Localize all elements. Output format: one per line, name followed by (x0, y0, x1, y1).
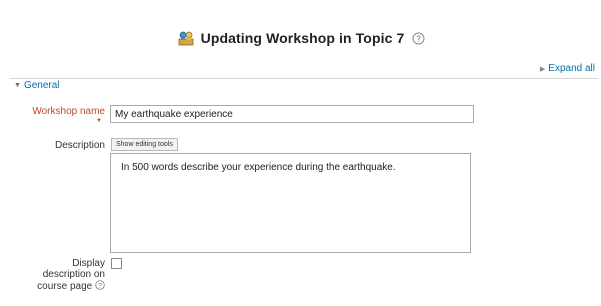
general-section-label: General (23, 80, 60, 91)
expand-all-label: Expand all (548, 63, 595, 74)
display-description-checkbox[interactable] (111, 258, 122, 269)
description-editor[interactable]: In 500 words describe your experience du… (110, 153, 471, 253)
svg-text:?: ? (98, 283, 102, 290)
triangle-right-icon: ▶ (539, 65, 546, 73)
display-description-label: Display description on course page ? (8, 258, 105, 292)
description-text: In 500 words describe your experience du… (121, 162, 396, 173)
required-star-icon: * (97, 117, 101, 128)
description-label: Description (54, 140, 105, 151)
svg-text:?: ? (417, 34, 422, 43)
display-description-line2: description on (42, 269, 105, 280)
title-wrap: Updating Workshop in Topic 7 ? (177, 29, 426, 47)
workshop-module-icon (177, 29, 195, 47)
show-editing-tools-button[interactable]: Show editing tools (111, 138, 178, 151)
workshop-name-input[interactable] (110, 105, 474, 123)
triangle-down-icon: ▼ (14, 82, 21, 89)
page-header: Updating Workshop in Topic 7 ? (8, 22, 594, 54)
expand-all-link[interactable]: ▶ Expand all (540, 63, 595, 74)
display-description-line3: course page (37, 281, 93, 292)
workshop-name-label: Workshop name (32, 106, 105, 117)
display-description-line1: Display (72, 258, 105, 269)
page-title: Updating Workshop in Topic 7 (200, 30, 405, 46)
help-icon[interactable]: ? (95, 280, 105, 290)
page: Updating Workshop in Topic 7 ? ▶ Expand … (0, 0, 601, 306)
display-description-line3-wrap: course page ? (8, 280, 105, 292)
help-icon[interactable]: ? (412, 32, 425, 45)
general-section-divider (10, 78, 598, 79)
general-section-toggle[interactable]: ▼ General (14, 80, 63, 91)
